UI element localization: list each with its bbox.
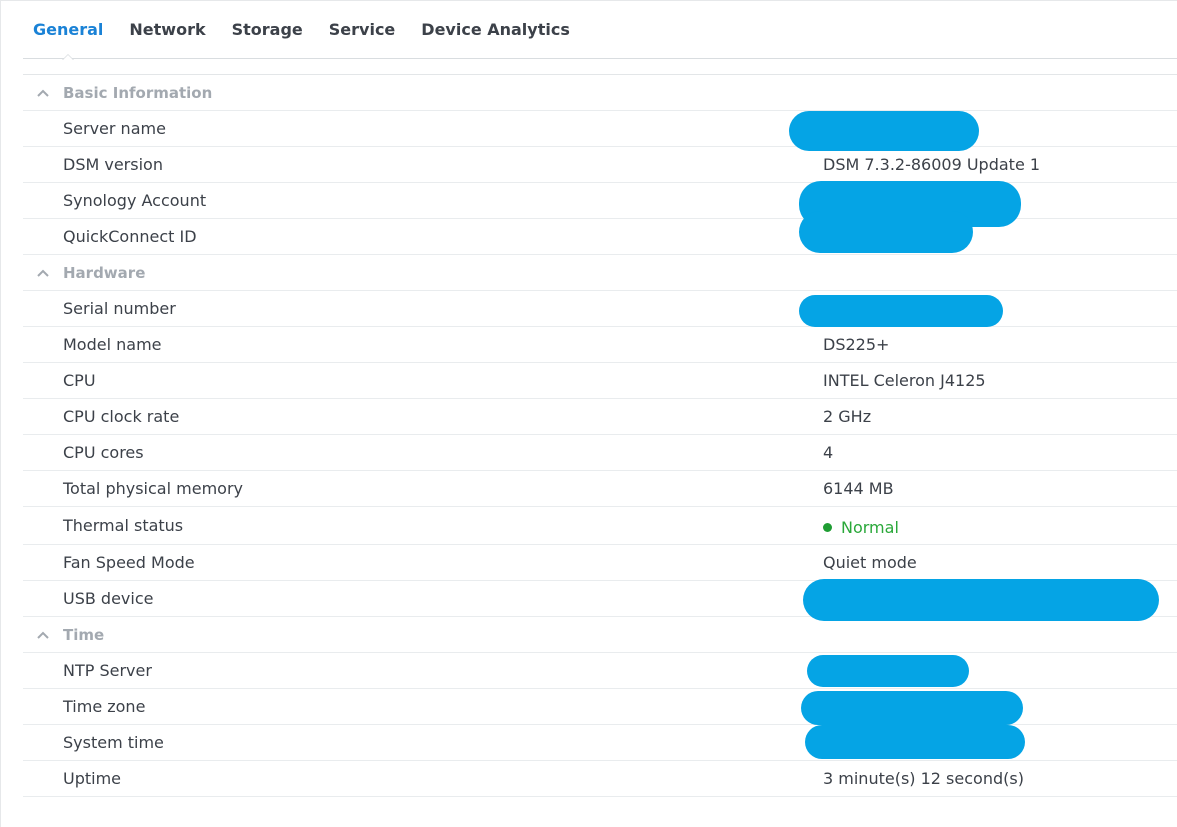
row-value: Normal — [823, 507, 1177, 544]
row-label: Model name — [63, 335, 162, 354]
info-content: Basic Information Server name DSM versio… — [23, 74, 1177, 797]
info-center-panel: General Network Storage Service Device A… — [0, 0, 1177, 827]
tab-storage-label: Storage — [231, 20, 303, 39]
section-title: Hardware — [63, 263, 146, 282]
tab-network-label: Network — [129, 20, 206, 39]
section-header-hardware[interactable]: Hardware — [23, 255, 1177, 291]
row-value — [799, 211, 1177, 254]
redaction-mark — [801, 691, 1023, 725]
row-label: Fan Speed Mode — [63, 553, 195, 572]
row-usb-device: USB device — [23, 579, 1177, 621]
row-value — [789, 111, 1177, 151]
tab-storage[interactable]: Storage — [222, 1, 313, 59]
row-server-name: Server name — [23, 111, 1177, 151]
row-uptime: Uptime 3 minute(s) 12 second(s) — [23, 761, 1177, 797]
row-label: Time zone — [63, 697, 146, 716]
row-label: QuickConnect ID — [63, 227, 197, 246]
row-thermal-status: Thermal status Normal — [23, 507, 1177, 545]
row-label: CPU clock rate — [63, 407, 180, 426]
status-dot-icon — [823, 523, 832, 532]
row-value — [805, 725, 1177, 760]
chevron-up-icon — [23, 630, 63, 640]
chevron-up-icon — [23, 88, 63, 98]
row-cpu: CPU INTEL Celeron J4125 — [23, 363, 1177, 399]
redaction-mark — [807, 655, 969, 687]
section-title: Basic Information — [63, 83, 213, 102]
row-time-zone: Time zone — [23, 689, 1177, 725]
row-ntp-server: NTP Server — [23, 653, 1177, 689]
tab-general-label: General — [33, 20, 104, 39]
tab-device-analytics[interactable]: Device Analytics — [411, 1, 580, 59]
tab-device-analytics-label: Device Analytics — [421, 20, 570, 39]
row-value — [803, 579, 1177, 621]
row-label: CPU — [63, 371, 96, 390]
tab-network[interactable]: Network — [119, 1, 215, 59]
row-value: 3 minute(s) 12 second(s) — [823, 769, 1024, 788]
row-cpu-cores: CPU cores 4 — [23, 435, 1177, 471]
section-header-time[interactable]: Time — [23, 617, 1177, 653]
section-title: Time — [63, 625, 105, 644]
row-system-time: System time — [23, 725, 1177, 761]
row-label: CPU cores — [63, 443, 144, 462]
row-synology-account: Synology Account — [23, 181, 1177, 227]
row-label: Thermal status — [63, 516, 184, 535]
row-label: Total physical memory — [63, 479, 243, 498]
row-value: 6144 MB — [823, 479, 894, 498]
tab-service[interactable]: Service — [319, 1, 406, 59]
row-label: System time — [63, 733, 164, 752]
row-dsm-version: DSM version DSM 7.3.2-86009 Update 1 — [23, 147, 1177, 183]
row-label: NTP Server — [63, 661, 152, 680]
tab-general[interactable]: General — [23, 1, 113, 60]
redaction-mark — [789, 111, 979, 151]
row-label: Server name — [63, 119, 166, 138]
row-value: DSM 7.3.2-86009 Update 1 — [823, 155, 1041, 174]
redaction-mark — [803, 579, 1159, 621]
row-cpu-clock-rate: CPU clock rate 2 GHz — [23, 399, 1177, 435]
row-value — [799, 291, 1177, 327]
row-quickconnect-id: QuickConnect ID — [23, 211, 1177, 255]
row-label: Serial number — [63, 299, 176, 318]
row-total-physical-memory: Total physical memory 6144 MB — [23, 471, 1177, 507]
section-header-basic-information[interactable]: Basic Information — [23, 75, 1177, 111]
redaction-mark — [805, 725, 1025, 759]
row-label: Uptime — [63, 769, 122, 788]
row-value: INTEL Celeron J4125 — [823, 371, 986, 390]
thermal-status-text: Normal — [841, 518, 899, 537]
row-value: 4 — [823, 443, 834, 462]
row-value: DS225+ — [823, 335, 890, 354]
row-value: Quiet mode — [823, 553, 917, 572]
row-label: USB device — [63, 589, 154, 608]
row-label: Synology Account — [63, 191, 207, 210]
row-value — [807, 653, 1177, 688]
redaction-mark — [799, 295, 1003, 327]
thermal-status-indicator: Normal — [823, 514, 899, 537]
row-label: DSM version — [63, 155, 163, 174]
tab-bar: General Network Storage Service Device A… — [23, 1, 1177, 60]
row-value: 2 GHz — [823, 407, 872, 426]
active-tab-caret-icon — [62, 53, 75, 60]
tab-service-label: Service — [328, 20, 396, 39]
chevron-up-icon — [23, 268, 63, 278]
row-model-name: Model name DS225+ — [23, 327, 1177, 363]
row-fan-speed-mode: Fan Speed Mode Quiet mode — [23, 545, 1177, 581]
row-value — [801, 689, 1177, 725]
row-serial-number: Serial number — [23, 291, 1177, 327]
redaction-mark — [799, 211, 973, 253]
